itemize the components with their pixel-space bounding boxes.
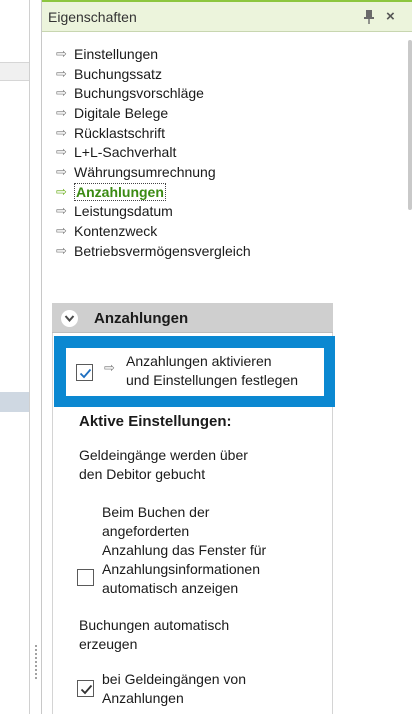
nav-item-kontenzweck[interactable]: ⇨ Kontenzweck [56, 221, 251, 241]
nav-item-label: Buchungssatz [74, 65, 162, 82]
pin-icon[interactable] [363, 10, 375, 24]
adjacent-list-selected-row[interactable] [0, 392, 29, 412]
panel-resize-grip[interactable] [34, 644, 38, 680]
arrow-right-icon: ⇨ [56, 45, 67, 61]
show-info-window-option[interactable]: Beim Buchen der angeforderten Anzahlung … [75, 503, 325, 603]
nav-item-buchungsvorschläge[interactable]: ⇨ Buchungsvorschläge [56, 83, 251, 103]
section-body: ⇨ Anzahlungen aktivieren und Einstellung… [52, 333, 335, 714]
adjacent-list-panel [0, 0, 30, 714]
nav-item-digitale-belege[interactable]: ⇨ Digitale Belege [56, 103, 251, 123]
nav-item-einstellungen[interactable]: ⇨ Einstellungen [56, 44, 251, 64]
adjacent-list-header [0, 62, 29, 81]
nav-item-leistungsdatum[interactable]: ⇨ Leistungsdatum [56, 202, 251, 222]
show-info-window-label: Beim Buchen der angeforderten Anzahlung … [102, 504, 267, 596]
panel-titlebar: Eigenschaften × [42, 0, 412, 32]
nav-item-l-l-sachverhalt[interactable]: ⇨ L+L-Sachverhalt [56, 142, 251, 162]
arrow-right-icon: ⇨ [56, 242, 67, 258]
arrow-right-icon: ⇨ [56, 85, 67, 101]
scrollbar-thumb[interactable] [408, 40, 412, 210]
nav-item-label: Anzahlungen [74, 182, 166, 201]
arrow-right-icon: ⇨ [56, 183, 67, 199]
properties-nav: ⇨ Einstellungen ⇨ Buchungssatz ⇨ Buchungsvors… [56, 44, 251, 261]
properties-panel: Eigenschaften × ⇨ Einstellungen ⇨ Buchungss… [41, 0, 412, 714]
nav-item-buchungssatz[interactable]: ⇨ Buchungssatz [56, 64, 251, 84]
anzahlungen-section: Anzahlungen ⇨ Anzahlungen aktivieren und… [52, 303, 335, 714]
chevron-down-icon[interactable] [61, 310, 78, 327]
nav-item-währungsumrechnung[interactable]: ⇨ Währungsumrechnung [56, 162, 251, 182]
nav-item-label: Digitale Belege [74, 104, 169, 121]
section-header[interactable]: Anzahlungen [52, 303, 333, 333]
nav-item-anzahlungen[interactable]: ⇨ Anzahlungen [56, 182, 251, 202]
arrow-right-icon: ⇨ [56, 223, 67, 239]
nav-item-label: Kontenzweck [74, 223, 158, 240]
auto-book-payments-option[interactable]: bei Geldeingängen von Anzahlungen [75, 670, 325, 714]
arrow-right-icon: ⇨ [104, 360, 115, 375]
nav-item-rücklastschrift[interactable]: ⇨ Rücklastschrift [56, 123, 251, 143]
auto-book-payments-label: bei Geldeingängen von Anzahlungen [102, 671, 247, 706]
nav-item-label: Leistungsdatum [74, 203, 173, 220]
arrow-right-icon: ⇨ [56, 163, 67, 179]
activate-checkbox[interactable] [76, 364, 93, 381]
active-settings-heading: Aktive Einstellungen: [79, 413, 232, 430]
arrow-right-icon: ⇨ [56, 144, 67, 160]
nav-item-betriebsvermögensvergleich[interactable]: ⇨ Betriebsvermögensvergleich [56, 241, 251, 261]
debitor-note: Geldeingänge werden über den Debitor geb… [79, 447, 248, 482]
arrow-right-icon: ⇨ [56, 203, 67, 219]
auto-book-payments-checkbox[interactable] [77, 680, 94, 697]
activate-highlight: ⇨ Anzahlungen aktivieren und Einstellung… [54, 336, 335, 407]
arrow-right-icon: ⇨ [56, 124, 67, 140]
nav-item-label: Betriebsvermögensvergleich [74, 242, 251, 259]
arrow-right-icon: ⇨ [56, 65, 67, 81]
nav-item-label: Einstellungen [74, 45, 159, 62]
show-info-window-checkbox[interactable] [77, 569, 94, 586]
activate-option[interactable]: ⇨ Anzahlungen aktivieren und Einstellung… [66, 348, 324, 396]
nav-item-label: Buchungsvorschläge [74, 85, 204, 102]
auto-bookings-heading: Buchungen automatisch erzeugen [79, 617, 230, 652]
arrow-right-icon: ⇨ [56, 104, 67, 120]
nav-item-label: Währungsumrechnung [74, 163, 216, 180]
panel-title: Eigenschaften [48, 9, 137, 25]
section-title: Anzahlungen [94, 310, 189, 327]
nav-item-label: L+L-Sachverhalt [74, 144, 177, 161]
activate-label: Anzahlungen aktivieren und Einstellungen… [126, 353, 299, 388]
nav-item-label: Rücklastschrift [74, 124, 166, 141]
close-icon[interactable]: × [386, 8, 395, 25]
